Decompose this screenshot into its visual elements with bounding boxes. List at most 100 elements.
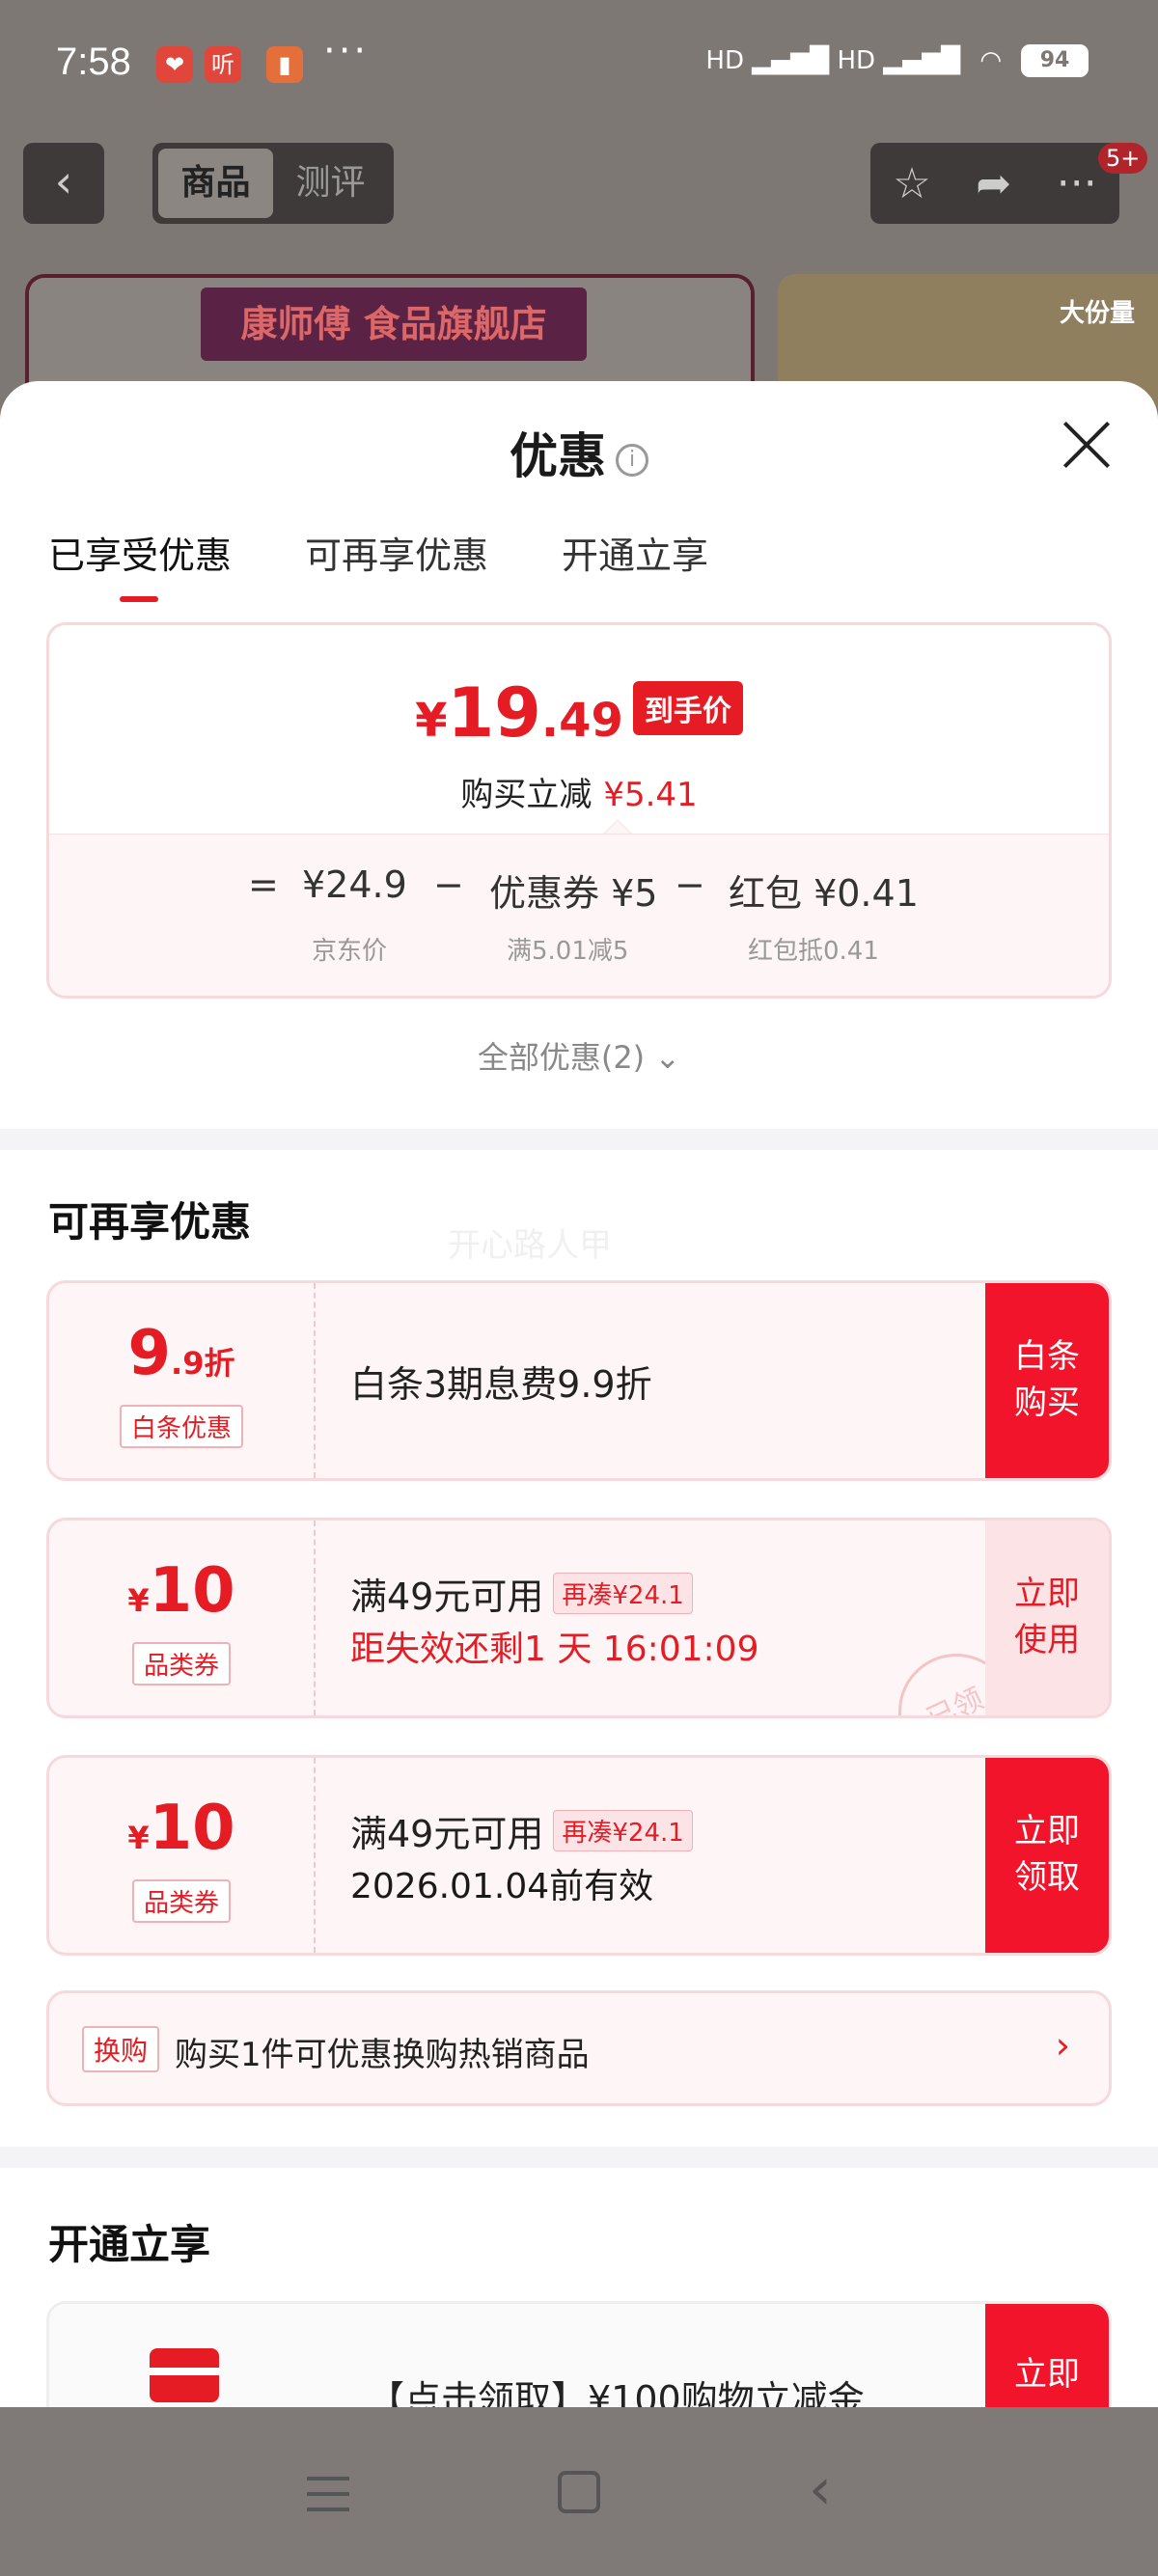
tab-product[interactable]: 商品 <box>158 149 273 218</box>
coupon-description: 白条3期息费9.9折 <box>350 1363 652 1406</box>
price-currency: ¥ <box>415 694 448 748</box>
menu-icon[interactable] <box>307 2477 349 2511</box>
minus-sign: − <box>675 863 705 906</box>
chevron-down-icon: ⌄ <box>654 1039 681 1076</box>
jd-price-label: 京东价 <box>312 937 388 966</box>
swap-tag: 换购 <box>82 2026 160 2072</box>
wifi-icon: ◠ <box>979 46 1002 75</box>
tab-more-available[interactable]: 可再享优惠 <box>305 526 488 602</box>
section-divider <box>0 2147 1158 2168</box>
claim-now-button[interactable]: 立即 领取 <box>985 1758 1109 1953</box>
price-breakdown: = ¥24.9 京东价 − 优惠券 ¥5 满5.01减5 − 红包 ¥0.41 … <box>49 834 1109 996</box>
signal-icon: HD ▂▄▆█ HD ▂▄▆█ <box>705 46 961 75</box>
coupon-amount-small: ¥ <box>127 1820 150 1856</box>
status-bar: 7:58 ❤ 听 ▮ ··· HD ▂▄▆█ HD ▂▄▆█ ◠ 94 <box>0 0 1158 131</box>
instant-discount: 购买立减 ¥5.41 <box>49 768 1109 815</box>
status-time: 7:58 <box>56 41 131 83</box>
minus-sign: − <box>433 863 464 906</box>
baitiao-buy-button[interactable]: 白条 购买 <box>985 1283 1109 1478</box>
coupon-baitiao: 9.9折 白条优惠 白条3期息费9.9折 白条 购买 <box>46 1280 1112 1481</box>
coupon-amount-small: .9折 <box>171 1345 235 1382</box>
all-offers-toggle[interactable]: 全部优惠(2) ⌄ <box>0 1033 1158 1078</box>
home-icon[interactable] <box>558 2471 600 2513</box>
redpacket-deduction: 红包 ¥0.41 <box>729 872 919 915</box>
coupon-left: 9.9折 白条优惠 <box>49 1283 316 1478</box>
coupon-deduction: 优惠券 ¥5 <box>489 872 658 915</box>
star-icon[interactable]: ☆ <box>893 159 930 208</box>
swap-purchase-row[interactable]: 换购 购买1件可优惠换购热销商品 › <box>46 1990 1112 2106</box>
coupon-amount-big: 10 <box>149 1555 235 1627</box>
back-button[interactable]: ‹ <box>23 143 104 224</box>
sheet-title: 优惠 <box>510 428 606 484</box>
coupon-extra-tag: 再凑¥24.1 <box>553 1573 693 1614</box>
equals-sign: = <box>248 863 279 906</box>
close-icon[interactable] <box>1058 416 1116 474</box>
coupon-type-label: 品类券 <box>131 1879 232 1923</box>
coupon-type-label: 白条优惠 <box>119 1405 244 1448</box>
chevron-right-icon: › <box>1055 2024 1070 2067</box>
coupon-condition-text: 满49元可用 <box>350 1576 544 1618</box>
member-offer-text: 【点击领取】¥100购物立减金 <box>368 2378 865 2407</box>
swap-text: 购买1件可优惠换购热销商品 <box>175 2036 590 2074</box>
coupon-expiry-countdown: 距失效还剩1 天 16:01:09 <box>350 1630 759 1669</box>
app-notification-icon: ❤ <box>156 46 193 83</box>
coupon-amount-big: 9 <box>127 1318 172 1389</box>
card-icon <box>150 2348 219 2402</box>
coupon-amount: ¥10 <box>49 1793 314 1864</box>
coupon-amount: ¥10 <box>49 1555 314 1627</box>
section-title-more: 可再享优惠 <box>48 1198 252 1246</box>
more-dots-icon[interactable]: ··· <box>1057 159 1097 208</box>
banner-text: 大份量 <box>1059 299 1135 328</box>
member-offer-card: 【点击领取】¥100购物立减金 立即 <box>46 2301 1112 2407</box>
coupon-amount: 9.9折 <box>49 1318 314 1389</box>
instant-discount-value: ¥5.41 <box>603 776 698 814</box>
member-claim-button[interactable]: 立即 <box>985 2304 1109 2407</box>
coupon-deduction-label: 满5.01减5 <box>507 937 629 966</box>
section-title-activate: 开通立享 <box>48 2221 211 2268</box>
coupon-category: ¥10 品类券 满49元可用 再凑¥24.1 2026.01.04前有效 立即 领… <box>46 1755 1112 1956</box>
section-divider <box>0 1129 1158 1150</box>
jd-price: ¥24.9 <box>302 863 407 906</box>
tab-enjoyed[interactable]: 已享受优惠 <box>48 526 232 602</box>
battery-icon: 94 <box>1021 44 1089 77</box>
final-price: ¥19.49 到手价 <box>49 673 1109 753</box>
coupon-category-claimed: ¥10 品类券 满49元可用 再凑¥24.1 距失效还剩1 天 16:01:09 … <box>46 1518 1112 1718</box>
final-price-tag: 到手价 <box>632 681 743 735</box>
coupon-left: ¥10 品类券 <box>49 1521 316 1715</box>
back-chevron-icon: ‹ <box>54 155 73 207</box>
price-decimal: .49 <box>540 694 623 748</box>
coupon-amount-small: ¥ <box>127 1582 150 1619</box>
coupon-type-label: 品类券 <box>131 1642 232 1685</box>
coupon-amount-big: 10 <box>149 1793 235 1864</box>
shop-name: 康师傅 食品旗舰店 <box>201 288 587 361</box>
coupon-condition: 满49元可用 再凑¥24.1 <box>350 1804 693 1857</box>
coupon-condition: 满49元可用 再凑¥24.1 <box>350 1567 693 1620</box>
system-navigation-bar: ‹ <box>0 2407 1158 2576</box>
info-icon[interactable]: i <box>616 443 648 477</box>
offer-tabs: 已享受优惠 可再享优惠 开通立享 <box>48 526 708 602</box>
coupon-extra-tag: 再凑¥24.1 <box>553 1810 693 1851</box>
tab-activate[interactable]: 开通立享 <box>562 526 708 602</box>
all-offers-label: 全部优惠(2) <box>477 1039 646 1076</box>
status-right: HD ▂▄▆█ HD ▂▄▆█ ◠ 94 <box>705 44 1089 77</box>
more-notifications-icon: ··· <box>323 29 370 73</box>
product-page-background: ‹ 商品 测评 ☆ ➦ ··· 5+ 康师傅 食品旗舰店 大份量 <box>0 131 1158 421</box>
more-badge: 5+ <box>1098 143 1148 174</box>
listen-app-icon: 听 <box>205 46 241 83</box>
reminder-app-icon: ▮ <box>266 46 303 83</box>
coupon-left: ¥10 品类券 <box>49 1758 316 1953</box>
nav-back-icon[interactable]: ‹ <box>809 2455 832 2523</box>
tab-review[interactable]: 测评 <box>273 149 388 218</box>
coupon-condition-text: 满49元可用 <box>350 1813 544 1855</box>
final-price-card: ¥19.49 到手价 购买立减 ¥5.41 = ¥24.9 京东价 − 优惠券 ¥5… <box>46 622 1112 999</box>
coupon-validity: 2026.01.04前有效 <box>350 1867 654 1906</box>
share-icon[interactable]: ➦ <box>976 159 1011 208</box>
product-segment: 商品 测评 <box>152 143 394 224</box>
offers-sheet: 优惠 i 已享受优惠 可再享优惠 开通立享 ¥19.49 到手价 购买立减 ¥5.41… <box>0 381 1158 2407</box>
instant-discount-label: 购买立减 <box>460 776 593 814</box>
use-now-button[interactable]: 立即 使用 <box>985 1521 1109 1715</box>
sheet-title-wrap: 优惠 i <box>0 418 1158 487</box>
redpacket-deduction-label: 红包抵0.41 <box>748 937 879 966</box>
watermark: 开心路人甲 <box>448 1226 612 1265</box>
top-action-group: ☆ ➦ ··· <box>870 143 1119 224</box>
